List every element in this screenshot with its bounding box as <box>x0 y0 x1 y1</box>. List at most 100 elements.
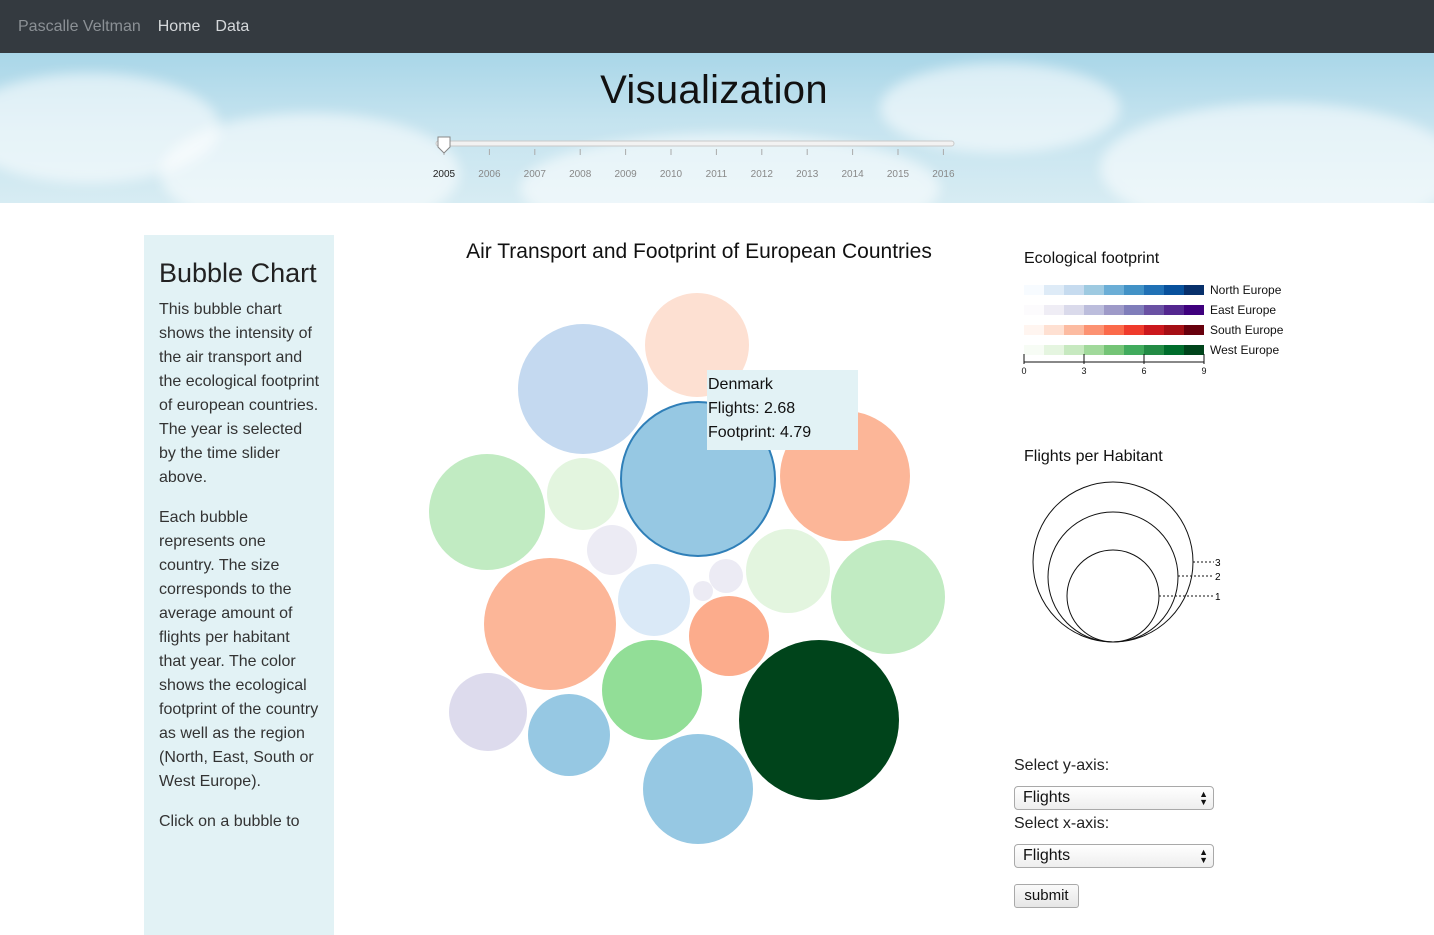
bubble[interactable] <box>547 458 619 530</box>
eco-legend-region: South Europe <box>1210 323 1284 337</box>
bubble[interactable] <box>831 540 945 654</box>
bubble[interactable] <box>693 581 713 601</box>
bubble[interactable] <box>709 559 743 593</box>
eco-legend-swatch <box>1184 345 1204 355</box>
size-legend: 3 2 1 <box>1032 481 1221 643</box>
bubble[interactable] <box>643 734 753 844</box>
bubble[interactable] <box>429 454 545 570</box>
eco-legend-swatch <box>1044 345 1064 355</box>
eco-legend-swatch <box>1064 305 1084 315</box>
tooltip-footprint: Footprint: 4.79 <box>708 424 812 441</box>
bubble[interactable] <box>746 529 830 613</box>
slider-year-label[interactable]: 2011 <box>706 169 728 180</box>
eco-legend-swatch <box>1024 325 1044 335</box>
select-arrows-icon: ▲ ▼ <box>1199 789 1208 807</box>
eco-legend-swatch <box>1024 305 1044 315</box>
eco-legend-region: West Europe <box>1210 343 1279 357</box>
eco-legend-swatch <box>1184 285 1204 295</box>
cloud-decoration <box>1100 103 1434 203</box>
nav-link-data[interactable]: Data <box>215 18 249 36</box>
y-axis-selected: Flights <box>1023 789 1071 806</box>
bubble[interactable] <box>618 564 690 636</box>
select-arrows-icon: ▲ ▼ <box>1199 847 1208 865</box>
eco-legend-region: North Europe <box>1210 283 1282 297</box>
tooltip: Denmark Flights: 2.68 Footprint: 4.79 <box>707 370 858 450</box>
y-axis-select[interactable]: Flights ▲ ▼ <box>1014 786 1214 810</box>
eco-legend-swatch <box>1144 325 1164 335</box>
slider-year-label[interactable]: 2014 <box>841 169 864 180</box>
eco-legend-swatch <box>1104 345 1124 355</box>
chart-title: Air Transport and Footprint of European … <box>466 240 932 263</box>
eco-legend-swatch <box>1124 285 1144 295</box>
eco-legend-swatch <box>1104 325 1124 335</box>
eco-legend-swatch <box>1024 285 1044 295</box>
year-slider[interactable]: 2005 2006 2007 2008 2009 2010 2011 2012 2013 2014… <box>432 133 962 193</box>
x-axis-label: Select x-axis: <box>1014 815 1110 832</box>
bubble[interactable] <box>587 525 637 575</box>
size-legend-label-3: 3 <box>1215 558 1221 569</box>
eco-legend-swatch <box>1044 325 1064 335</box>
eco-legend-swatch <box>1124 325 1144 335</box>
y-axis-label: Select y-axis: <box>1014 757 1110 774</box>
size-legend-label-2: 2 <box>1215 572 1221 583</box>
hero-banner: Visualization 2005 2006 2007 2008 2009 2010 20… <box>0 53 1434 203</box>
brand-link[interactable]: Pascalle Veltman <box>18 18 141 36</box>
eco-legend-swatch <box>1024 345 1044 355</box>
eco-legend-swatch <box>1184 325 1204 335</box>
eco-legend-swatch <box>1044 285 1064 295</box>
tooltip-country: Denmark <box>708 376 773 393</box>
slider-year-label[interactable]: 2010 <box>660 169 683 180</box>
info-card: Bubble Chart This bubble chart shows the… <box>144 235 334 935</box>
nav-link-home[interactable]: Home <box>158 18 201 36</box>
slider-year-label[interactable]: 2016 <box>932 169 955 180</box>
bubble[interactable] <box>528 694 610 776</box>
slider-year-label[interactable]: 2015 <box>887 169 910 180</box>
slider-year-label[interactable]: 2005 <box>433 169 456 180</box>
eco-legend-swatch <box>1124 305 1144 315</box>
eco-legend: North Europe East Europe South Europe West … <box>1021 283 1284 376</box>
eco-legend-swatch <box>1144 305 1164 315</box>
slider-year-label[interactable]: 2007 <box>524 169 547 180</box>
slider-year-label[interactable]: 2008 <box>569 169 592 180</box>
eco-legend-swatch <box>1164 325 1184 335</box>
bubble[interactable] <box>449 673 527 751</box>
bubble-chart <box>429 293 945 844</box>
bubble[interactable] <box>518 324 648 454</box>
bubble[interactable] <box>484 558 616 690</box>
slider-year-label[interactable]: 2012 <box>751 169 774 180</box>
size-legend-circle-3 <box>1032 481 1194 643</box>
eco-legend-swatch <box>1164 345 1184 355</box>
x-axis-select[interactable]: Flights ▲ ▼ <box>1014 844 1214 868</box>
tooltip-flights: Flights: 2.68 <box>708 400 796 417</box>
bubble[interactable] <box>689 596 769 676</box>
eco-legend-swatch <box>1124 345 1144 355</box>
bubble[interactable] <box>602 640 702 740</box>
eco-legend-tick-label: 9 <box>1201 366 1206 376</box>
navbar: Pascalle Veltman Home Data <box>0 0 1434 53</box>
eco-legend-swatch <box>1144 285 1164 295</box>
eco-legend-swatch <box>1084 285 1104 295</box>
info-paragraph: Each bubble represents one country. The … <box>159 509 319 790</box>
eco-legend-swatch <box>1164 305 1184 315</box>
slider-year-label[interactable]: 2006 <box>478 169 501 180</box>
bubble[interactable] <box>739 640 899 800</box>
slider-year-label[interactable]: 2013 <box>796 169 819 180</box>
eco-legend-tick-label: 3 <box>1081 366 1086 376</box>
eco-legend-swatch <box>1144 345 1164 355</box>
slider-year-label[interactable]: 2009 <box>614 169 637 180</box>
x-axis-selected: Flights <box>1023 847 1071 864</box>
info-paragraph: This bubble chart shows the intensity of… <box>159 301 320 486</box>
eco-legend-swatch <box>1084 305 1104 315</box>
eco-legend-swatch <box>1104 285 1124 295</box>
slider-handle[interactable] <box>437 136 451 154</box>
eco-legend-swatch <box>1184 305 1204 315</box>
size-legend-label-1: 1 <box>1215 592 1221 603</box>
eco-legend-swatch <box>1084 325 1104 335</box>
eco-legend-swatch <box>1084 345 1104 355</box>
submit-button[interactable]: submit <box>1014 884 1079 908</box>
size-legend-circle-1 <box>1066 549 1160 643</box>
eco-legend-swatch <box>1164 285 1184 295</box>
eco-legend-title: Ecological footprint <box>1024 250 1160 267</box>
eco-legend-swatch <box>1064 345 1084 355</box>
info-heading: Bubble Chart <box>159 258 317 288</box>
